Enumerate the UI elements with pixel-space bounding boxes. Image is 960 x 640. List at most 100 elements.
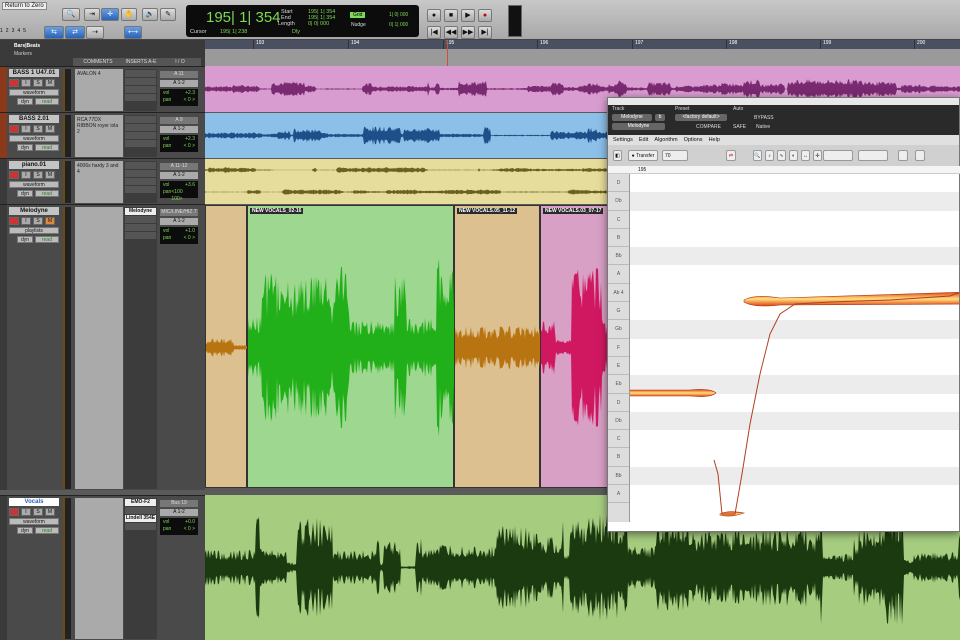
mute-button[interactable]: M — [45, 125, 55, 133]
piano-key[interactable]: C — [608, 430, 629, 449]
insert-slot[interactable] — [125, 507, 156, 514]
link-button[interactable]: ⟷ — [124, 26, 142, 39]
trim-tool-button[interactable]: ⇥ — [84, 8, 100, 21]
insert-slot[interactable] — [125, 116, 156, 123]
vol-pan-display[interactable]: vol +3.6 pan <100 100> — [160, 181, 198, 202]
piano-key[interactable]: A — [608, 485, 629, 504]
pan-value[interactable]: <100 100> — [171, 189, 195, 203]
clip[interactable] — [205, 205, 248, 488]
insert-slot[interactable] — [125, 132, 156, 139]
input-monitor-button[interactable]: I — [21, 79, 31, 87]
piano-key[interactable]: E — [608, 357, 629, 376]
mute-button[interactable]: M — [45, 171, 55, 179]
return-to-zero-button[interactable]: |◀ — [427, 26, 441, 39]
piano-key[interactable]: Bb — [608, 247, 629, 266]
automation-dyn-button[interactable]: dyn — [17, 144, 33, 151]
track-view-selector[interactable]: playlists — [9, 227, 59, 234]
automation-dyn-button[interactable]: dyn — [17, 190, 33, 197]
automation-mode-selector[interactable]: read — [35, 190, 59, 197]
insert-slot[interactable] — [125, 162, 156, 169]
track-selector[interactable]: Melodyne — [612, 114, 652, 121]
note-editor[interactable] — [630, 174, 959, 522]
piano-key[interactable]: B — [608, 229, 629, 248]
window-titlebar[interactable] — [608, 98, 959, 105]
markers-ruler-label[interactable]: Markers — [14, 51, 32, 57]
note-blob[interactable] — [630, 389, 717, 397]
track-color-strip[interactable] — [0, 113, 7, 158]
zoom-tool-button[interactable]: 🔍 — [62, 8, 80, 21]
piano-key[interactable]: F — [608, 339, 629, 357]
length-value[interactable]: 0| 0| 000 — [308, 21, 329, 27]
piano-key[interactable]: D — [608, 174, 629, 193]
track-view-selector[interactable]: waveform — [9, 181, 59, 188]
menu-algorithm[interactable]: Algorithm — [654, 135, 677, 145]
stop-button[interactable]: ■ — [444, 9, 458, 22]
insert-slot[interactable] — [125, 186, 156, 193]
insert-slot[interactable] — [125, 78, 156, 85]
vol-pan-display[interactable]: vol +2.3 pan < 0 > — [160, 135, 198, 152]
piano-key[interactable]: A — [608, 265, 629, 284]
speaker-icon[interactable]: 🔈 — [142, 8, 158, 21]
mute-button[interactable]: M — [45, 79, 55, 87]
vol-pan-display[interactable]: vol +1.0 pan < 0 > — [160, 227, 198, 244]
scale-dropdown[interactable] — [858, 150, 888, 161]
volume-value[interactable]: +3.6 — [185, 182, 195, 189]
snap-icon[interactable] — [898, 150, 908, 161]
insert-slot[interactable] — [125, 86, 156, 93]
track-name[interactable]: piano.01 — [9, 161, 59, 169]
mute-button[interactable]: M — [45, 508, 55, 516]
track-comment[interactable] — [75, 498, 123, 639]
timing-tool-icon[interactable]: ↔ — [801, 150, 810, 161]
piano-key[interactable]: Eb — [608, 375, 629, 394]
track-name[interactable]: BASS 1 U47.01 — [9, 69, 59, 77]
clip[interactable]: NEW VOCALS.05_11-12 — [454, 205, 541, 488]
timeline-ruler[interactable]: 193 194 195 196 197 198 199 200 — [205, 40, 960, 66]
track-num[interactable]: 2 — [6, 28, 9, 34]
input-monitor-button[interactable]: I — [21, 217, 31, 225]
piano-key[interactable]: Db — [608, 192, 629, 211]
automation-dyn-button[interactable]: dyn — [17, 98, 33, 105]
delay-label[interactable]: Dly — [292, 29, 300, 35]
safe-button[interactable]: SAFE — [733, 124, 746, 130]
zoom-tool-icon[interactable]: 🔍 — [753, 150, 762, 161]
solo-button[interactable]: S — [33, 508, 43, 516]
input-monitor-button[interactable]: I — [21, 125, 31, 133]
mute-button[interactable]: M — [45, 217, 55, 225]
pan-value[interactable]: < 0 > — [184, 97, 195, 104]
track-view-selector[interactable]: waveform — [9, 135, 59, 142]
menu-settings[interactable]: Settings — [613, 135, 633, 145]
track-comment[interactable]: AVALON 4 — [75, 69, 123, 111]
input-selector[interactable]: A 11 — [160, 71, 198, 78]
input-selector[interactable]: A 9 — [160, 117, 198, 124]
play-button[interactable]: ▶ — [461, 9, 475, 22]
input-monitor-button[interactable]: I — [21, 171, 31, 179]
bypass-button[interactable]: BYPASS — [754, 115, 774, 121]
input-monitor-button[interactable]: I — [21, 508, 31, 516]
solo-button[interactable]: S — [33, 171, 43, 179]
track-name[interactable]: Melodyne — [9, 207, 59, 215]
piano-key[interactable]: C — [608, 211, 629, 229]
automation-mode-selector[interactable]: read — [35, 527, 59, 534]
menu-help[interactable]: Help — [709, 135, 720, 145]
volume-value[interactable]: +0.0 — [185, 519, 195, 526]
piano-key[interactable]: B — [608, 448, 629, 467]
solo-button[interactable]: S — [33, 217, 43, 225]
main-counter-value[interactable]: 195| 1| 354 — [206, 9, 281, 26]
track-name[interactable]: BASS 2.01 — [9, 115, 59, 123]
clip[interactable]: NEW VOCALS_02-16 — [247, 205, 455, 488]
formant-tool-icon[interactable]: ∿ — [777, 150, 786, 161]
preset-selector[interactable]: <factory default> — [675, 114, 727, 121]
track-num[interactable]: 3 — [12, 28, 15, 34]
compare-button[interactable]: COMPARE — [696, 124, 721, 130]
record-enable-button[interactable] — [9, 79, 19, 87]
scroll-follow-icon[interactable]: ⇄ — [726, 150, 736, 161]
volume-value[interactable]: +2.3 — [185, 136, 195, 143]
piano-key[interactable]: Ab 4 — [608, 284, 629, 303]
output-selector[interactable]: A 1-2 — [160, 80, 198, 87]
track-color-strip[interactable] — [0, 496, 7, 640]
melodyne-ruler[interactable]: 195 — [608, 166, 960, 174]
track-color-strip[interactable] — [0, 205, 7, 490]
note-blob[interactable] — [743, 292, 959, 307]
vol-pan-display[interactable]: vol +2.3 pan < 0 > — [160, 89, 198, 106]
track-num[interactable]: 5 — [23, 28, 26, 34]
